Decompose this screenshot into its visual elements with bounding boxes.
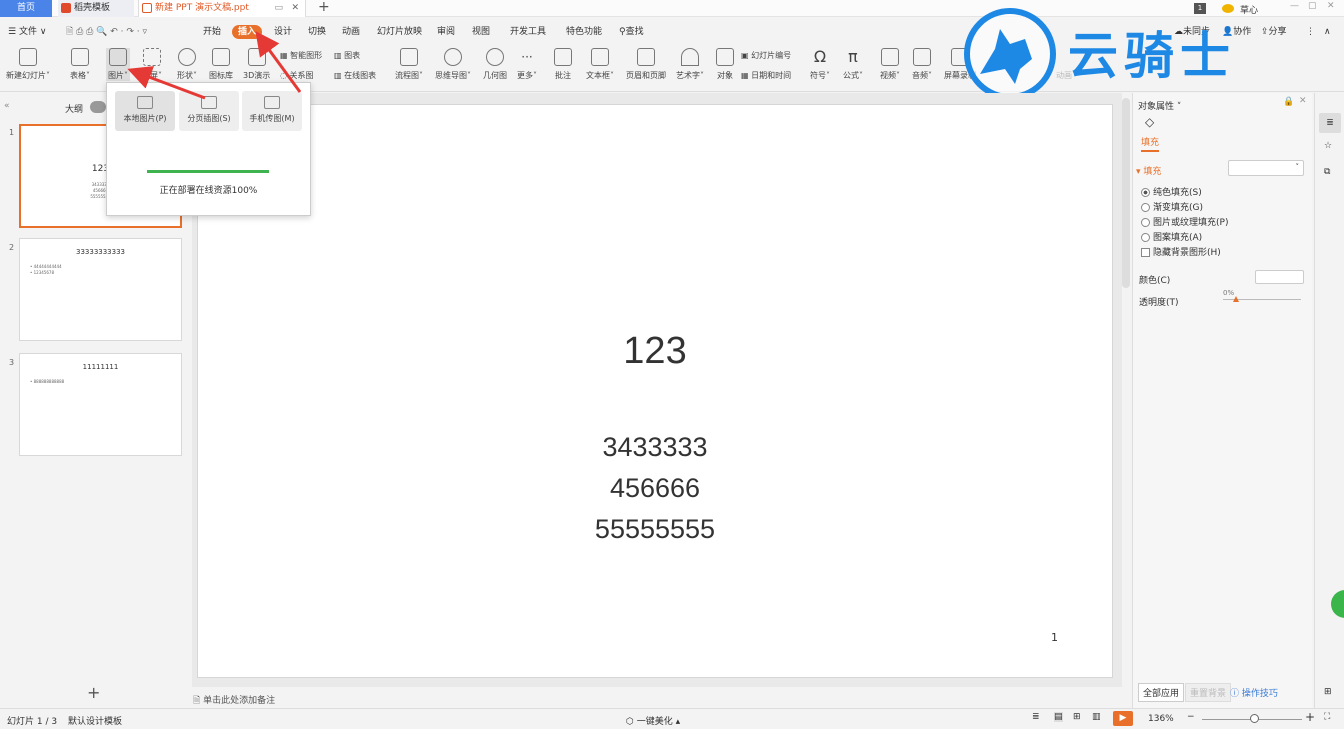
arrow-to-insert-menu (255, 31, 302, 93)
arrow-to-picture-button (127, 66, 206, 100)
annotation-arrows (127, 31, 302, 100)
